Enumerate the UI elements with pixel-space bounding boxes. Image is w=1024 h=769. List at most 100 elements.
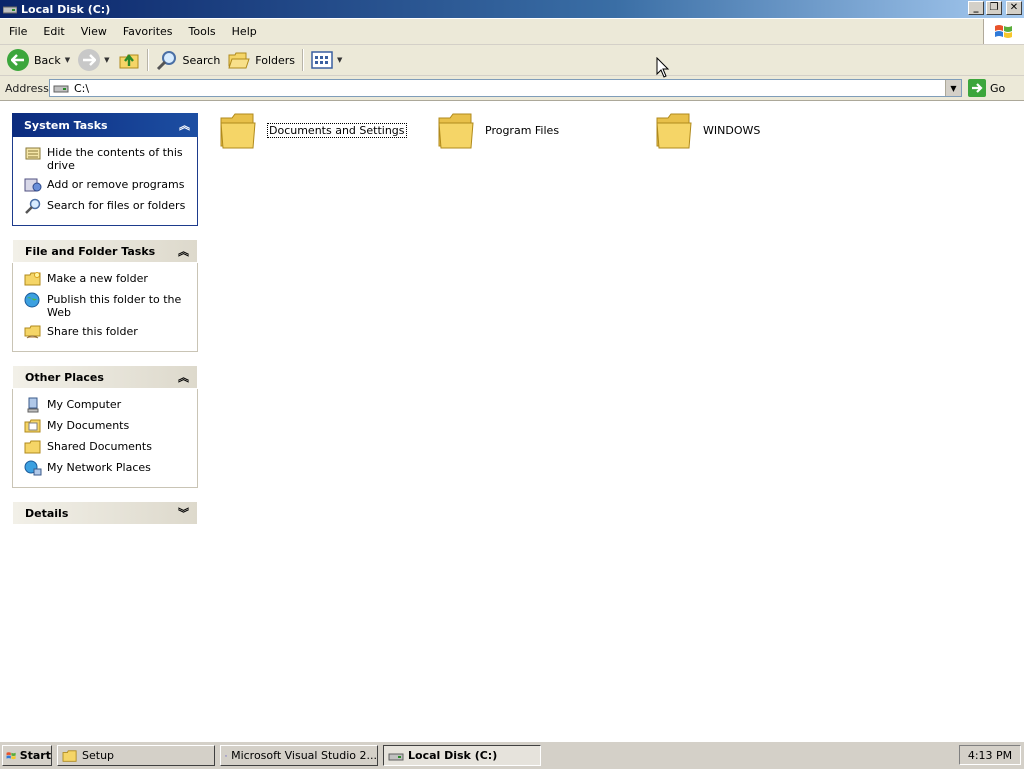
- drive-icon: [3, 6, 17, 14]
- new-folder-icon: [24, 272, 41, 286]
- go-label: Go: [990, 81, 1006, 95]
- start-label: Start: [19, 749, 51, 762]
- toolbar-separator: [302, 49, 305, 71]
- collapse-chevron-icon[interactable]: ︽: [179, 117, 190, 133]
- place-my-network-places[interactable]: My Network Places: [24, 460, 193, 476]
- address-dropdown-icon[interactable]: ▼: [945, 80, 961, 96]
- menu-favorites[interactable]: Favorites: [115, 25, 181, 38]
- system-tasks-header[interactable]: System Tasks ︽: [12, 113, 198, 137]
- other-places-title: Other Places: [25, 370, 104, 384]
- forward-arrow-icon: [78, 49, 101, 71]
- other-places-header[interactable]: Other Places ︽: [12, 365, 198, 389]
- place-my-documents[interactable]: My Documents: [24, 418, 193, 434]
- collapse-chevron-icon[interactable]: ︽: [178, 369, 189, 385]
- folder-item[interactable]: Program Files: [437, 110, 559, 150]
- start-button[interactable]: Start: [2, 745, 52, 766]
- globe-icon: [24, 292, 40, 308]
- expand-chevron-icon[interactable]: ︾: [178, 505, 189, 521]
- forward-button[interactable]: ▼: [74, 47, 113, 73]
- go-arrow-icon: [968, 79, 986, 97]
- folders-button[interactable]: Folders: [224, 47, 299, 73]
- folder-icon: [62, 749, 77, 762]
- task-hide-drive-contents[interactable]: Hide the contents of this drive: [24, 145, 193, 172]
- network-places-icon: [24, 460, 42, 476]
- toolbar: Back ▼ ▼ Search Folders ▼: [0, 45, 1024, 76]
- menu-edit[interactable]: Edit: [35, 25, 72, 38]
- back-arrow-icon: [7, 49, 29, 71]
- up-folder-button[interactable]: [114, 47, 144, 73]
- folder-name: Program Files: [485, 123, 560, 137]
- taskbar-button-visual-studio[interactable]: Microsoft Visual Studio 2...: [220, 745, 378, 766]
- place-my-computer[interactable]: My Computer: [24, 397, 193, 413]
- up-folder-icon: [119, 54, 138, 69]
- menu-tools[interactable]: Tools: [181, 25, 224, 38]
- views-button[interactable]: ▼: [307, 47, 346, 73]
- taskbar-button-local-disk[interactable]: Local Disk (C:): [383, 745, 541, 766]
- menu-bar: File Edit View Favorites Tools Help: [0, 19, 1024, 45]
- toolbar-separator: [146, 49, 149, 71]
- address-input[interactable]: C:\ ▼: [49, 79, 962, 97]
- folder-icon: [656, 113, 692, 149]
- mouse-cursor-icon: [656, 57, 670, 78]
- minimize-button[interactable]: _: [968, 1, 984, 15]
- task-add-remove-programs[interactable]: Add or remove programs: [24, 177, 193, 193]
- forward-dropdown-icon[interactable]: ▼: [104, 56, 109, 64]
- back-label: Back: [34, 53, 61, 67]
- folders-icon: [228, 52, 250, 69]
- close-button[interactable]: ✕: [1006, 1, 1022, 15]
- task-search-files[interactable]: Search for files or folders: [24, 198, 193, 214]
- collapse-chevron-icon[interactable]: ︽: [178, 243, 189, 259]
- visual-studio-icon: [225, 754, 228, 757]
- share-folder-icon: [24, 325, 41, 339]
- taskbar-button-setup[interactable]: Setup: [57, 745, 215, 766]
- windows-logo-icon: [6, 751, 16, 759]
- title-bar[interactable]: Local Disk (C:) _ ❐ ✕: [0, 0, 1024, 18]
- system-clock[interactable]: 4:13 PM: [959, 745, 1021, 765]
- folders-label: Folders: [255, 53, 296, 67]
- task-share-folder[interactable]: Share this folder: [24, 324, 193, 340]
- menu-view[interactable]: View: [73, 25, 115, 38]
- folder-name: WINDOWS: [703, 123, 761, 137]
- hide-contents-icon: [25, 147, 41, 160]
- address-value: C:\: [74, 81, 90, 95]
- system-tasks-title: System Tasks: [24, 118, 108, 132]
- file-folder-tasks-title: File and Folder Tasks: [25, 244, 156, 258]
- address-bar: Address C:\ ▼ Go: [0, 76, 1024, 101]
- search-label: Search: [182, 53, 221, 67]
- file-folder-tasks-panel: File and Folder Tasks ︽ Make a new folde…: [12, 239, 198, 352]
- views-icon: [311, 51, 333, 69]
- add-remove-programs-icon: [24, 178, 42, 192]
- back-dropdown-icon[interactable]: ▼: [65, 56, 70, 64]
- drive-icon: [388, 753, 404, 760]
- menu-help[interactable]: Help: [224, 25, 265, 38]
- other-places-panel: Other Places ︽ My Computer My Documents: [12, 365, 198, 488]
- place-shared-documents[interactable]: Shared Documents: [24, 439, 193, 455]
- views-dropdown-icon[interactable]: ▼: [337, 56, 342, 64]
- folder-item[interactable]: Documents and Settings: [219, 110, 407, 150]
- folder-icon: [220, 113, 256, 149]
- my-documents-icon: [24, 419, 41, 433]
- windows-logo-icon: [983, 19, 1024, 44]
- search-button[interactable]: Search: [152, 47, 225, 73]
- menu-file[interactable]: File: [0, 25, 35, 38]
- my-computer-icon: [27, 397, 39, 413]
- drive-icon: [53, 85, 69, 93]
- details-header[interactable]: Details ︾: [12, 501, 198, 525]
- folder-name: Documents and Settings: [267, 122, 407, 138]
- folder-item[interactable]: WINDOWS: [655, 110, 760, 150]
- task-pane: System Tasks ︽ Hide the contents of this…: [12, 113, 198, 538]
- details-panel: Details ︾: [12, 501, 198, 525]
- window-title: Local Disk (C:): [21, 2, 111, 16]
- folder-icon: [438, 113, 474, 149]
- task-make-new-folder[interactable]: Make a new folder: [24, 271, 193, 287]
- file-folder-tasks-header[interactable]: File and Folder Tasks ︽: [12, 239, 198, 263]
- details-title: Details: [25, 506, 69, 520]
- back-button[interactable]: Back ▼: [3, 47, 74, 73]
- taskbar: Start Setup Microsoft Visual Studio 2...…: [0, 741, 1024, 769]
- task-publish-to-web[interactable]: Publish this folder to the Web: [24, 292, 193, 319]
- address-label: Address: [5, 81, 49, 95]
- restore-button[interactable]: ❐: [986, 1, 1002, 15]
- search-icon: [156, 51, 176, 71]
- shared-documents-icon: [24, 440, 41, 454]
- go-button[interactable]: Go: [968, 79, 1005, 97]
